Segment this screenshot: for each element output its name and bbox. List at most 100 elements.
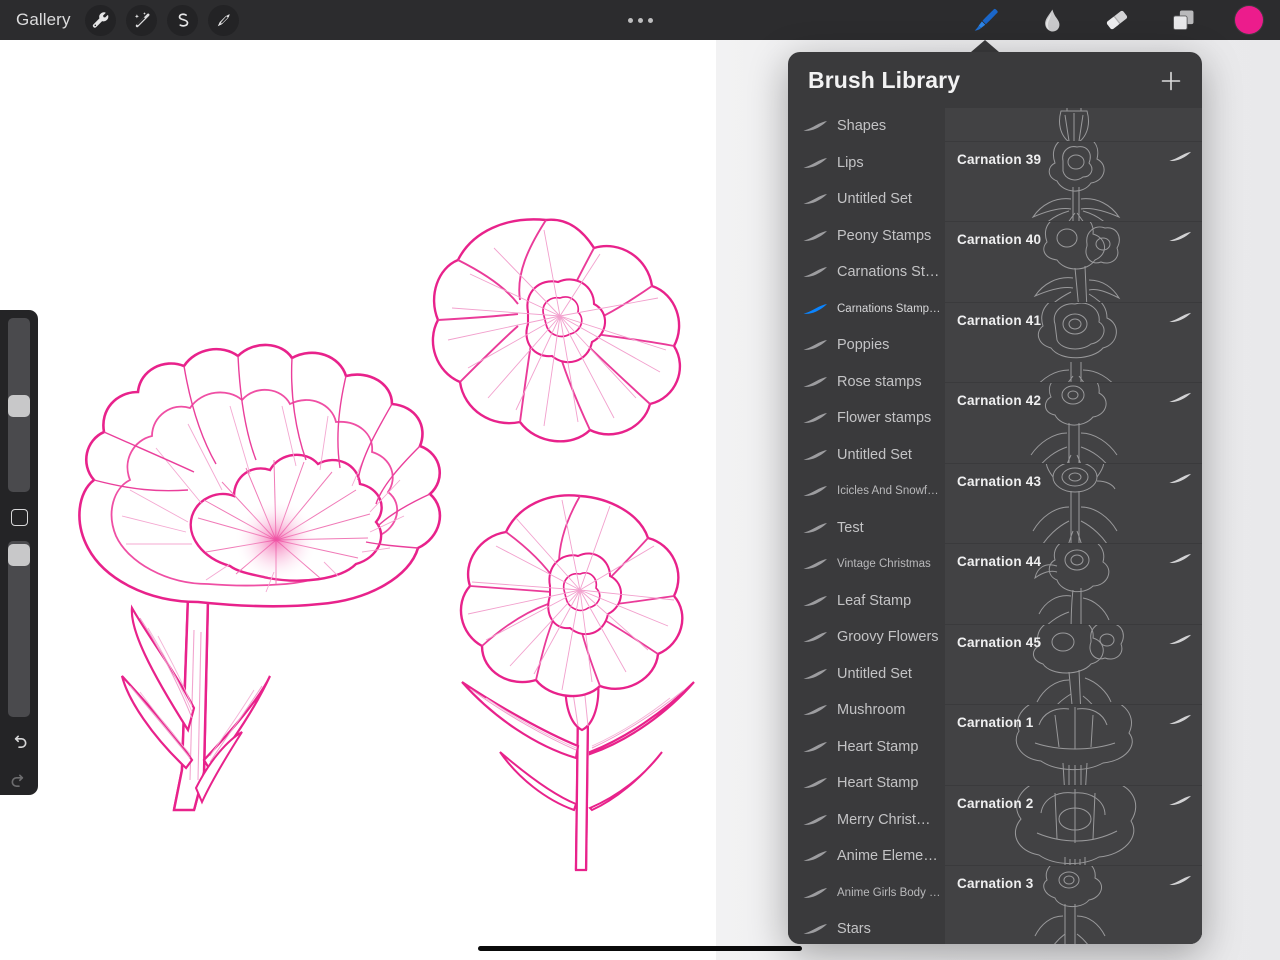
selection-s-icon[interactable] [166,4,198,36]
paint-brush-icon[interactable] [968,3,1002,37]
adjustments-wand-icon[interactable] [125,4,157,36]
brush-stroke-icon [802,265,828,279]
brush-stroke-icon [1168,713,1192,726]
brush-item[interactable]: Carnation 43 [945,463,1202,543]
undo-button[interactable] [5,729,33,756]
brush-set-item[interactable]: Anime Girls Body Pos... [788,875,945,912]
brush-set-item[interactable]: Merry Christmas [788,802,945,839]
color-swatch[interactable] [1232,3,1266,37]
brush-item[interactable]: Carnation 41 [945,302,1202,382]
brush-stroke-icon [1169,714,1192,724]
brush-item[interactable]: Carnation 2 [945,785,1202,865]
brush-set-item[interactable]: Untitled Set [788,437,945,474]
actions-wrench-icon[interactable] [84,4,116,36]
brush-set-item[interactable]: Heart Stamp [788,765,945,802]
brush-stroke-icon [802,484,828,498]
more-dots-icon[interactable] [627,17,653,23]
brush-stroke-icon [1168,391,1192,404]
brush-set-label: Anime Elements [837,848,941,865]
brush-set-label: Carnations Stamps [837,264,941,281]
brush-set-item[interactable]: Peony Stamps [788,218,945,255]
brush-stroke-icon [803,376,827,387]
brush-set-item[interactable]: Vintage Christmas [788,546,945,583]
layers-icon[interactable] [1166,3,1200,37]
brush-stroke-icon [803,887,827,898]
brush-size-slider[interactable] [8,318,30,492]
brush-stroke-icon [1168,794,1192,807]
brush-stroke-icon [1168,633,1192,646]
brush-stroke-icon [802,192,828,206]
brush-set-label: Stars [837,921,871,938]
redo-button[interactable] [5,768,33,795]
brush-stroke-icon [803,668,827,679]
brush-set-item[interactable]: Anime Elements [788,838,945,875]
modify-square-button[interactable] [5,504,33,531]
home-indicator [478,946,802,951]
brush-set-item[interactable]: Stars [788,911,945,944]
brush-library-header: Brush Library [788,52,1202,108]
brush-set-item[interactable]: Heart Stamp [788,729,945,766]
brush-set-item[interactable]: Shapes [788,108,945,145]
brush-stroke-icon [803,449,827,460]
brush-set-item[interactable]: Carnations Stamps 1 [788,291,945,328]
brush-set-list[interactable]: Shapes Lips Untitled Set Peony Stamps Carnat… [788,108,945,944]
brush-set-label: Flower stamps [837,410,932,427]
brush-item-label: Carnation 3 [957,876,1034,891]
brush-item[interactable]: Carnation 39 [945,141,1202,221]
brush-set-label: Untitled Set [837,191,912,208]
brush-stroke-icon [1169,231,1192,241]
color-swatch-fill [1235,6,1263,34]
brush-stroke-icon [803,267,827,278]
brush-set-item[interactable]: Icicles And Snowflak... [788,473,945,510]
brush-set-item[interactable]: Mushroom [788,692,945,729]
brush-item[interactable]: Carnation 1 [945,705,1202,785]
opacity-slider[interactable] [8,540,30,718]
brush-set-label: Test [837,519,864,536]
smudge-icon[interactable] [1034,3,1068,37]
brush-set-label: Merry Christmas [837,811,941,828]
brush-item[interactable] [945,108,1202,141]
brush-set-item[interactable]: Flower stamps [788,400,945,437]
brush-set-label: Carnations Stamps 1 [837,302,941,315]
brush-stroke-icon [802,667,828,681]
brush-stroke-icon [802,849,828,863]
brush-set-label: Untitled Set [837,446,912,463]
brush-stroke-icon [802,703,828,717]
brush-item[interactable]: Carnation 42 [945,383,1202,463]
brush-stroke-icon [803,194,827,205]
transform-arrow-icon[interactable] [207,4,239,36]
brush-set-item[interactable]: Test [788,510,945,547]
brush-item[interactable]: Carnation 40 [945,222,1202,302]
brush-stroke-icon [1168,874,1192,887]
opacity-thumb[interactable] [8,543,30,566]
brush-set-item[interactable]: Untitled Set [788,181,945,218]
brush-stroke-icon [803,778,827,789]
brush-item[interactable]: Carnation 3 [945,866,1202,944]
brush-item[interactable]: Carnation 45 [945,624,1202,704]
brush-size-thumb[interactable] [8,395,30,417]
add-brush-button[interactable] [1156,66,1186,96]
brush-library-panel: Brush Library Shapes Lips Untitled Set Peon… [788,52,1202,944]
brush-set-item[interactable]: Groovy Flowers [788,619,945,656]
brush-library-body: Shapes Lips Untitled Set Peony Stamps Carnat… [788,108,1202,944]
brush-item-label: Carnation 44 [957,554,1042,569]
active-tool-notch [971,40,999,52]
brush-item[interactable]: Carnation 44 [945,544,1202,624]
brush-set-label: Lips [837,154,864,171]
canvas-sheet[interactable] [0,40,716,960]
brush-stroke-icon [803,814,827,825]
gallery-button[interactable]: Gallery [16,10,75,30]
brush-set-label: Anime Girls Body Pos... [837,886,941,899]
brush-set-item[interactable]: Lips [788,145,945,182]
brush-set-item[interactable]: Poppies [788,327,945,364]
brush-set-label: Vintage Christmas [837,558,931,571]
brush-set-item[interactable]: Leaf Stamp [788,583,945,620]
brush-set-item[interactable]: Untitled Set [788,656,945,693]
eraser-icon[interactable] [1100,3,1134,37]
brush-list[interactable]: Carnation 39 Carnation 40 Carnation 41 Carn… [945,108,1202,944]
brush-stroke-icon [803,705,827,716]
brush-stroke-icon [802,156,828,170]
brush-stroke-icon [803,340,827,351]
brush-set-item[interactable]: Carnations Stamps [788,254,945,291]
brush-set-item[interactable]: Rose stamps [788,364,945,401]
